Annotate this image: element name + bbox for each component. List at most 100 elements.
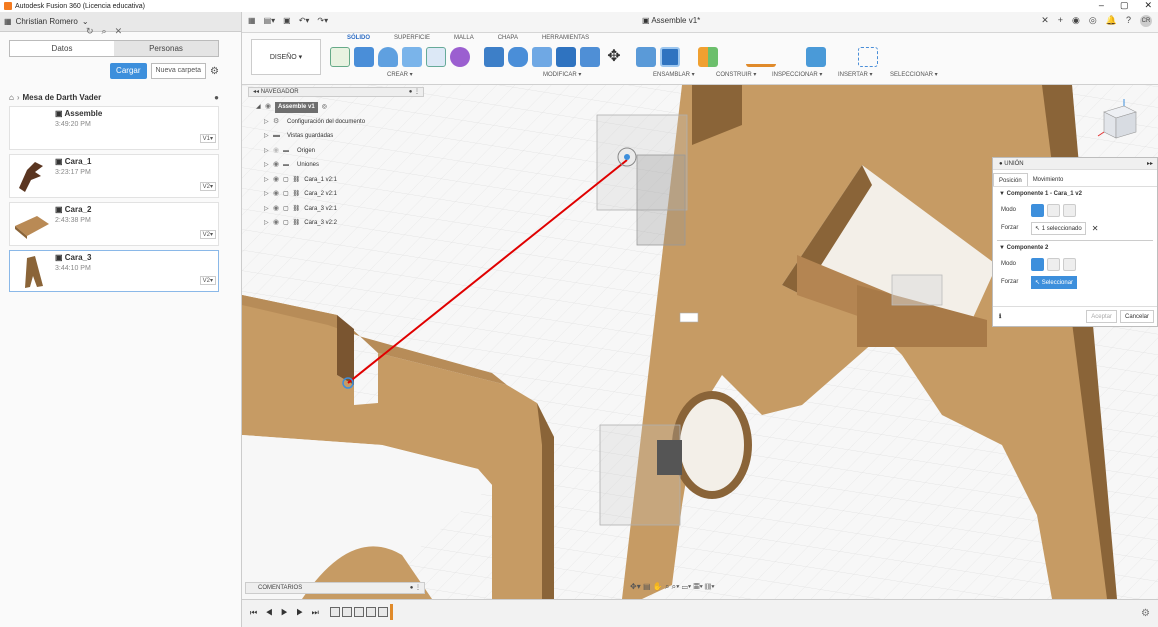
new-component-icon[interactable] [636,47,656,67]
tree-item-component[interactable]: ▷ ◉ ▢ ⛓ Cara_3 v2:1 [256,202,424,217]
mode-between-faces-button[interactable] [1047,203,1060,217]
expand-arrow-icon[interactable]: ▷ [264,173,273,188]
cancel-button[interactable]: Cancelar [1119,310,1154,323]
tree-item-component[interactable]: ▷ ◉ ▢ ⛓ Cara_1 v2:1 [256,173,424,188]
version-badge[interactable]: V1▾ [199,134,216,143]
extensions-icon[interactable]: ◉ [1072,15,1080,27]
version-badge[interactable]: V2▾ [199,182,216,191]
component2-section-title[interactable]: ▼ Componente 2 [993,241,1157,255]
tree-item-origin[interactable]: ▷ ◉ ▬ Origen [256,144,424,159]
collapse-arrow-icon[interactable]: ▼ [999,191,1007,197]
notifications-icon[interactable]: 🔔 [1106,15,1117,27]
expand-arrow-icon[interactable]: ▷ [264,187,273,202]
close-button[interactable]: ✕ [1144,0,1152,11]
tab-malla[interactable]: MALLA [442,35,486,41]
group-ensamblar[interactable]: ENSAMBLAR ▾ [653,71,695,78]
collapse-arrow-icon[interactable]: ▼ [999,245,1007,251]
joint-dialog-header[interactable]: ● UNIÓN ▸▸ [993,158,1157,170]
minimize-button[interactable]: – [1099,0,1104,11]
revolve-icon[interactable] [378,47,398,67]
expand-arrow-icon[interactable]: ▷ [264,158,273,173]
visibility-icon[interactable]: ◉ [265,100,275,115]
gear-icon[interactable]: ⚙ [210,66,219,77]
file-item-cara1[interactable]: ▣ Cara_1 3:23:17 PM V2▾ [9,154,219,198]
mode-two-edge-button[interactable] [1063,257,1076,271]
visibility-off-icon[interactable]: ◉ [273,144,283,159]
new-folder-button[interactable]: Nueva carpeta [150,63,207,79]
search-icon[interactable]: ⌕ [102,26,107,37]
visibility-icon[interactable]: ◉ [273,158,283,173]
expand-dialog-icon[interactable]: ▸▸ [1147,158,1153,170]
undo-icon[interactable]: ↶▾ [299,16,310,25]
viewcube[interactable] [1096,98,1142,144]
file-item-cara3[interactable]: ▣ Cara_3 3:44:10 PM V2▾ [9,250,219,292]
tree-item-component[interactable]: ▷ ◉ ▢ ⛓ Cara_2 v2:1 [256,187,424,202]
mode-between-faces-button[interactable] [1047,257,1060,271]
chamfer-icon[interactable] [532,47,552,67]
user-name[interactable]: Christian Romero [16,17,78,26]
tree-item-config[interactable]: ▷ ⚙ Configuración del documento [256,115,424,130]
collapse-arrow-icon[interactable]: ◢ [256,100,265,115]
grid-icon[interactable]: ▦ [4,17,12,26]
workspace-switcher[interactable]: DISEÑO ▾ [251,39,321,75]
combine-icon[interactable] [580,47,600,67]
mode-simple-button[interactable] [1031,257,1044,271]
expand-arrow-icon[interactable]: ▷ [264,115,273,130]
timeline-play-icon[interactable]: ▶ [281,608,291,617]
display-settings-chip[interactable] [679,312,699,323]
visibility-icon[interactable]: ◉ [273,202,283,217]
help-icon[interactable]: ? [1126,15,1131,27]
upload-button[interactable]: Cargar [110,63,147,79]
file-item-assemble[interactable]: ▣ Assemble 3:49:20 PM V1▾ [9,106,219,150]
group-insertar[interactable]: INSERTAR ▾ [838,71,872,78]
group-crear[interactable]: CREAR ▾ [387,71,413,78]
timeline-next-icon[interactable]: ▶ [296,608,306,617]
shell-icon[interactable] [556,47,576,67]
activate-radio-icon[interactable]: ◎ [322,100,327,115]
home-icon[interactable]: ⌂ [9,93,14,102]
display-settings-icon[interactable]: ▭▾ [682,582,691,591]
grid-settings-icon[interactable]: ▦▾ [693,582,702,591]
timeline-feature[interactable] [378,607,388,617]
orbit-icon[interactable]: ✥▾ [630,582,641,591]
timeline-feature[interactable] [366,607,376,617]
close-icon[interactable]: ✕ [115,26,123,37]
zoom-icon[interactable]: ⌕ [665,582,669,591]
tab-personas[interactable]: Personas [114,41,218,56]
expand-arrow-icon[interactable]: ▷ [264,216,273,231]
timeline-marker[interactable] [390,604,393,620]
hole-icon[interactable] [402,47,422,67]
extrude-icon[interactable] [354,47,374,67]
file-menu-icon[interactable]: ▤▾ [264,16,276,25]
fillet-icon[interactable] [508,47,528,67]
pattern-icon[interactable] [426,47,446,67]
version-badge[interactable]: V2▾ [199,276,216,285]
tree-item-component[interactable]: ▷ ◉ ▢ ⛓ Cara_3 v2:2 [256,216,424,231]
expand-arrow-icon[interactable]: ▷ [264,202,273,217]
mode-simple-button[interactable] [1031,203,1044,217]
browser-header[interactable]: ◂◂ NAVEGADOR ● ⋮ [248,87,424,97]
redo-icon[interactable]: ↷▾ [317,16,328,25]
visibility-icon[interactable]: ◉ [273,216,283,231]
press-pull-icon[interactable] [484,47,504,67]
timeline-feature[interactable] [330,607,340,617]
group-construir[interactable]: CONSTRUIR ▾ [716,71,756,78]
create-form-icon[interactable] [450,47,470,67]
comments-panel[interactable]: COMENTARIOS ● ⋮ [245,582,425,594]
offset-plane-icon[interactable] [698,47,718,67]
timeline-first-icon[interactable]: ⏮ [250,608,260,617]
select-icon[interactable] [858,47,878,67]
tree-item-joints[interactable]: ▷ ◉ ▬ Uniones [256,158,424,173]
timeline-feature[interactable] [342,607,352,617]
collapse-icon[interactable]: ◂◂ [253,89,261,95]
fit-icon[interactable]: ⌕▾ [672,582,680,591]
comments-add-icon[interactable]: ● ⋮ [410,583,421,593]
tab-chapa[interactable]: CHAPA [486,35,530,41]
pan-icon[interactable]: ✋ [653,582,663,591]
timeline-settings-icon[interactable]: ⚙ [1141,608,1150,619]
joint-icon[interactable] [660,47,680,67]
component1-selection[interactable]: ↖ 1 seleccionado [1031,221,1086,235]
new-tab-icon[interactable]: + [1058,15,1063,27]
tab-superficie[interactable]: SUPERFICIE [382,35,442,41]
save-icon[interactable]: ▣ [283,16,291,25]
